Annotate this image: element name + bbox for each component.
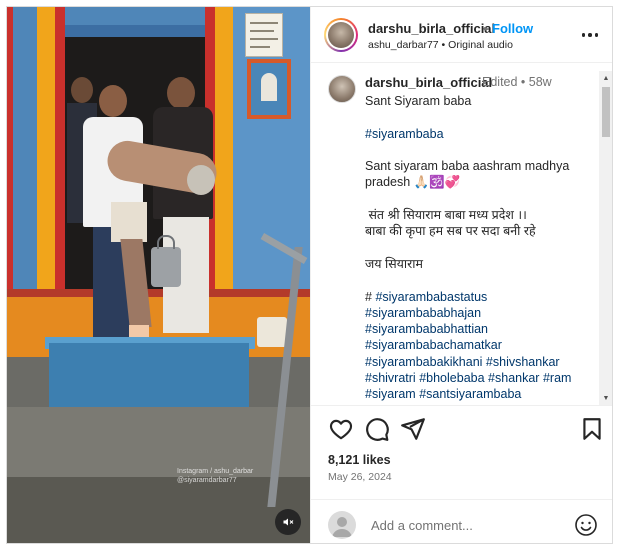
post-details-panel: darshu_birla_official • Follow ashu_darb… xyxy=(310,7,612,543)
caption-text: Sant Siyaram baba #siyarambaba Sant siyara… xyxy=(365,93,595,403)
caption-line: #siyarambaba xyxy=(365,126,595,142)
author-username[interactable]: darshu_birla_official xyxy=(368,21,495,36)
caption-blank-line xyxy=(365,191,595,207)
hashtag-link[interactable]: #siyarambababhajan xyxy=(365,306,481,320)
hashtag-link[interactable]: #santsiyarambaba xyxy=(419,387,521,401)
video-watermark: Instagram / ashu_darbar @siyaramdarbar77 xyxy=(177,468,254,484)
caption-username[interactable]: darshu_birla_official xyxy=(365,75,492,90)
temple-step xyxy=(49,343,249,413)
more-options-button[interactable] xyxy=(579,25,601,45)
caption-line: #siyarambabakikhani #shivshankar xyxy=(365,354,595,370)
scroll-down-icon[interactable]: ▼ xyxy=(599,391,612,405)
caption-blank-line xyxy=(365,272,595,288)
scroll-up-icon[interactable]: ▲ xyxy=(599,71,612,85)
speaker-muted-icon xyxy=(283,518,294,526)
share-send-icon[interactable] xyxy=(400,416,426,442)
post-date[interactable]: May 26, 2024 xyxy=(328,471,392,483)
caption-blank-line xyxy=(365,109,595,125)
audio-info[interactable]: ashu_darbar77 • Original audio xyxy=(368,39,513,51)
post-header: darshu_birla_official • Follow ashu_darb… xyxy=(311,7,612,63)
caption-blank-line xyxy=(365,240,595,256)
post-dialog: Instagram / ashu_darbar @siyaramdarbar77… xyxy=(6,6,613,544)
bag xyxy=(257,317,287,347)
caption-line: #shivratri #bholebaba #shankar #ram xyxy=(365,370,595,386)
post-video[interactable]: Instagram / ashu_darbar @siyaramdarbar77 xyxy=(7,7,310,543)
caption-scrollbar[interactable]: ▲ ▼ xyxy=(599,71,612,405)
hashtag-link[interactable]: #siyaram xyxy=(365,387,416,401)
caption-edited-age: Edited • 58w xyxy=(482,75,552,89)
hashtag-link[interactable]: #siyarambabakikhani xyxy=(365,355,482,369)
hashtag-link[interactable]: #bholebaba xyxy=(419,371,484,385)
separator-dot: • xyxy=(483,21,488,36)
wall-poster xyxy=(245,13,283,57)
comment-bubble-icon[interactable] xyxy=(364,416,390,442)
caption-line: बाबा की कृपा हम सब पर सदा बनी रहे xyxy=(365,224,536,239)
caption-blank-line xyxy=(365,142,595,158)
hashtag-link[interactable]: #siyarambabachamatkar xyxy=(365,338,502,352)
caption-line: Sant siyaram baba aashram madhya pradesh… xyxy=(365,159,573,190)
caption-author-avatar[interactable] xyxy=(328,75,356,103)
save-bookmark-icon[interactable] xyxy=(579,416,605,442)
caption-line: #siyarambababhajan xyxy=(365,305,595,321)
emoji-smiley-icon[interactable] xyxy=(574,513,598,537)
scroll-thumb[interactable] xyxy=(602,87,610,137)
user-avatar xyxy=(328,511,356,539)
caption-line: संत श्री सियाराम बाबा मध्य प्रदेश ।। xyxy=(365,208,527,223)
caption-scroll-area[interactable]: darshu_birla_official Edited • 58w Sant … xyxy=(311,63,612,403)
hashtag-link[interactable]: #siyarambabastatus xyxy=(375,290,487,304)
more-dots-icon xyxy=(581,33,586,37)
caption-line: Sant Siyaram baba xyxy=(365,94,472,108)
caption-line: # #siyarambabastatus xyxy=(365,289,488,304)
default-user-icon xyxy=(332,517,352,537)
caption-line: #siyarambabachamatkar xyxy=(365,337,595,353)
hashtag-link[interactable]: #shivshankar xyxy=(486,355,560,369)
like-heart-icon[interactable] xyxy=(328,416,354,442)
follow-button[interactable]: Follow xyxy=(492,21,533,36)
hashtag-link[interactable]: #siyarambababhattian xyxy=(365,322,488,336)
hashtag-link[interactable]: #shivratri xyxy=(365,371,416,385)
caption-line: #siyarambababhattian xyxy=(365,321,595,337)
hashtag-link[interactable]: #shankar xyxy=(488,371,539,385)
hashtag-link[interactable]: #siyarambaba xyxy=(365,127,444,141)
author-avatar[interactable] xyxy=(324,18,358,52)
caption-line: जय सियाराम xyxy=(365,256,423,271)
hashtag-link[interactable]: #ram xyxy=(543,371,571,385)
comment-input[interactable] xyxy=(371,515,571,535)
wall-shrine xyxy=(247,59,291,119)
caption-line: #siyaram #santsiyarambaba xyxy=(365,386,595,402)
like-count[interactable]: 8,121 likes xyxy=(328,453,391,467)
comment-composer xyxy=(311,499,612,543)
mute-button[interactable] xyxy=(275,509,301,535)
